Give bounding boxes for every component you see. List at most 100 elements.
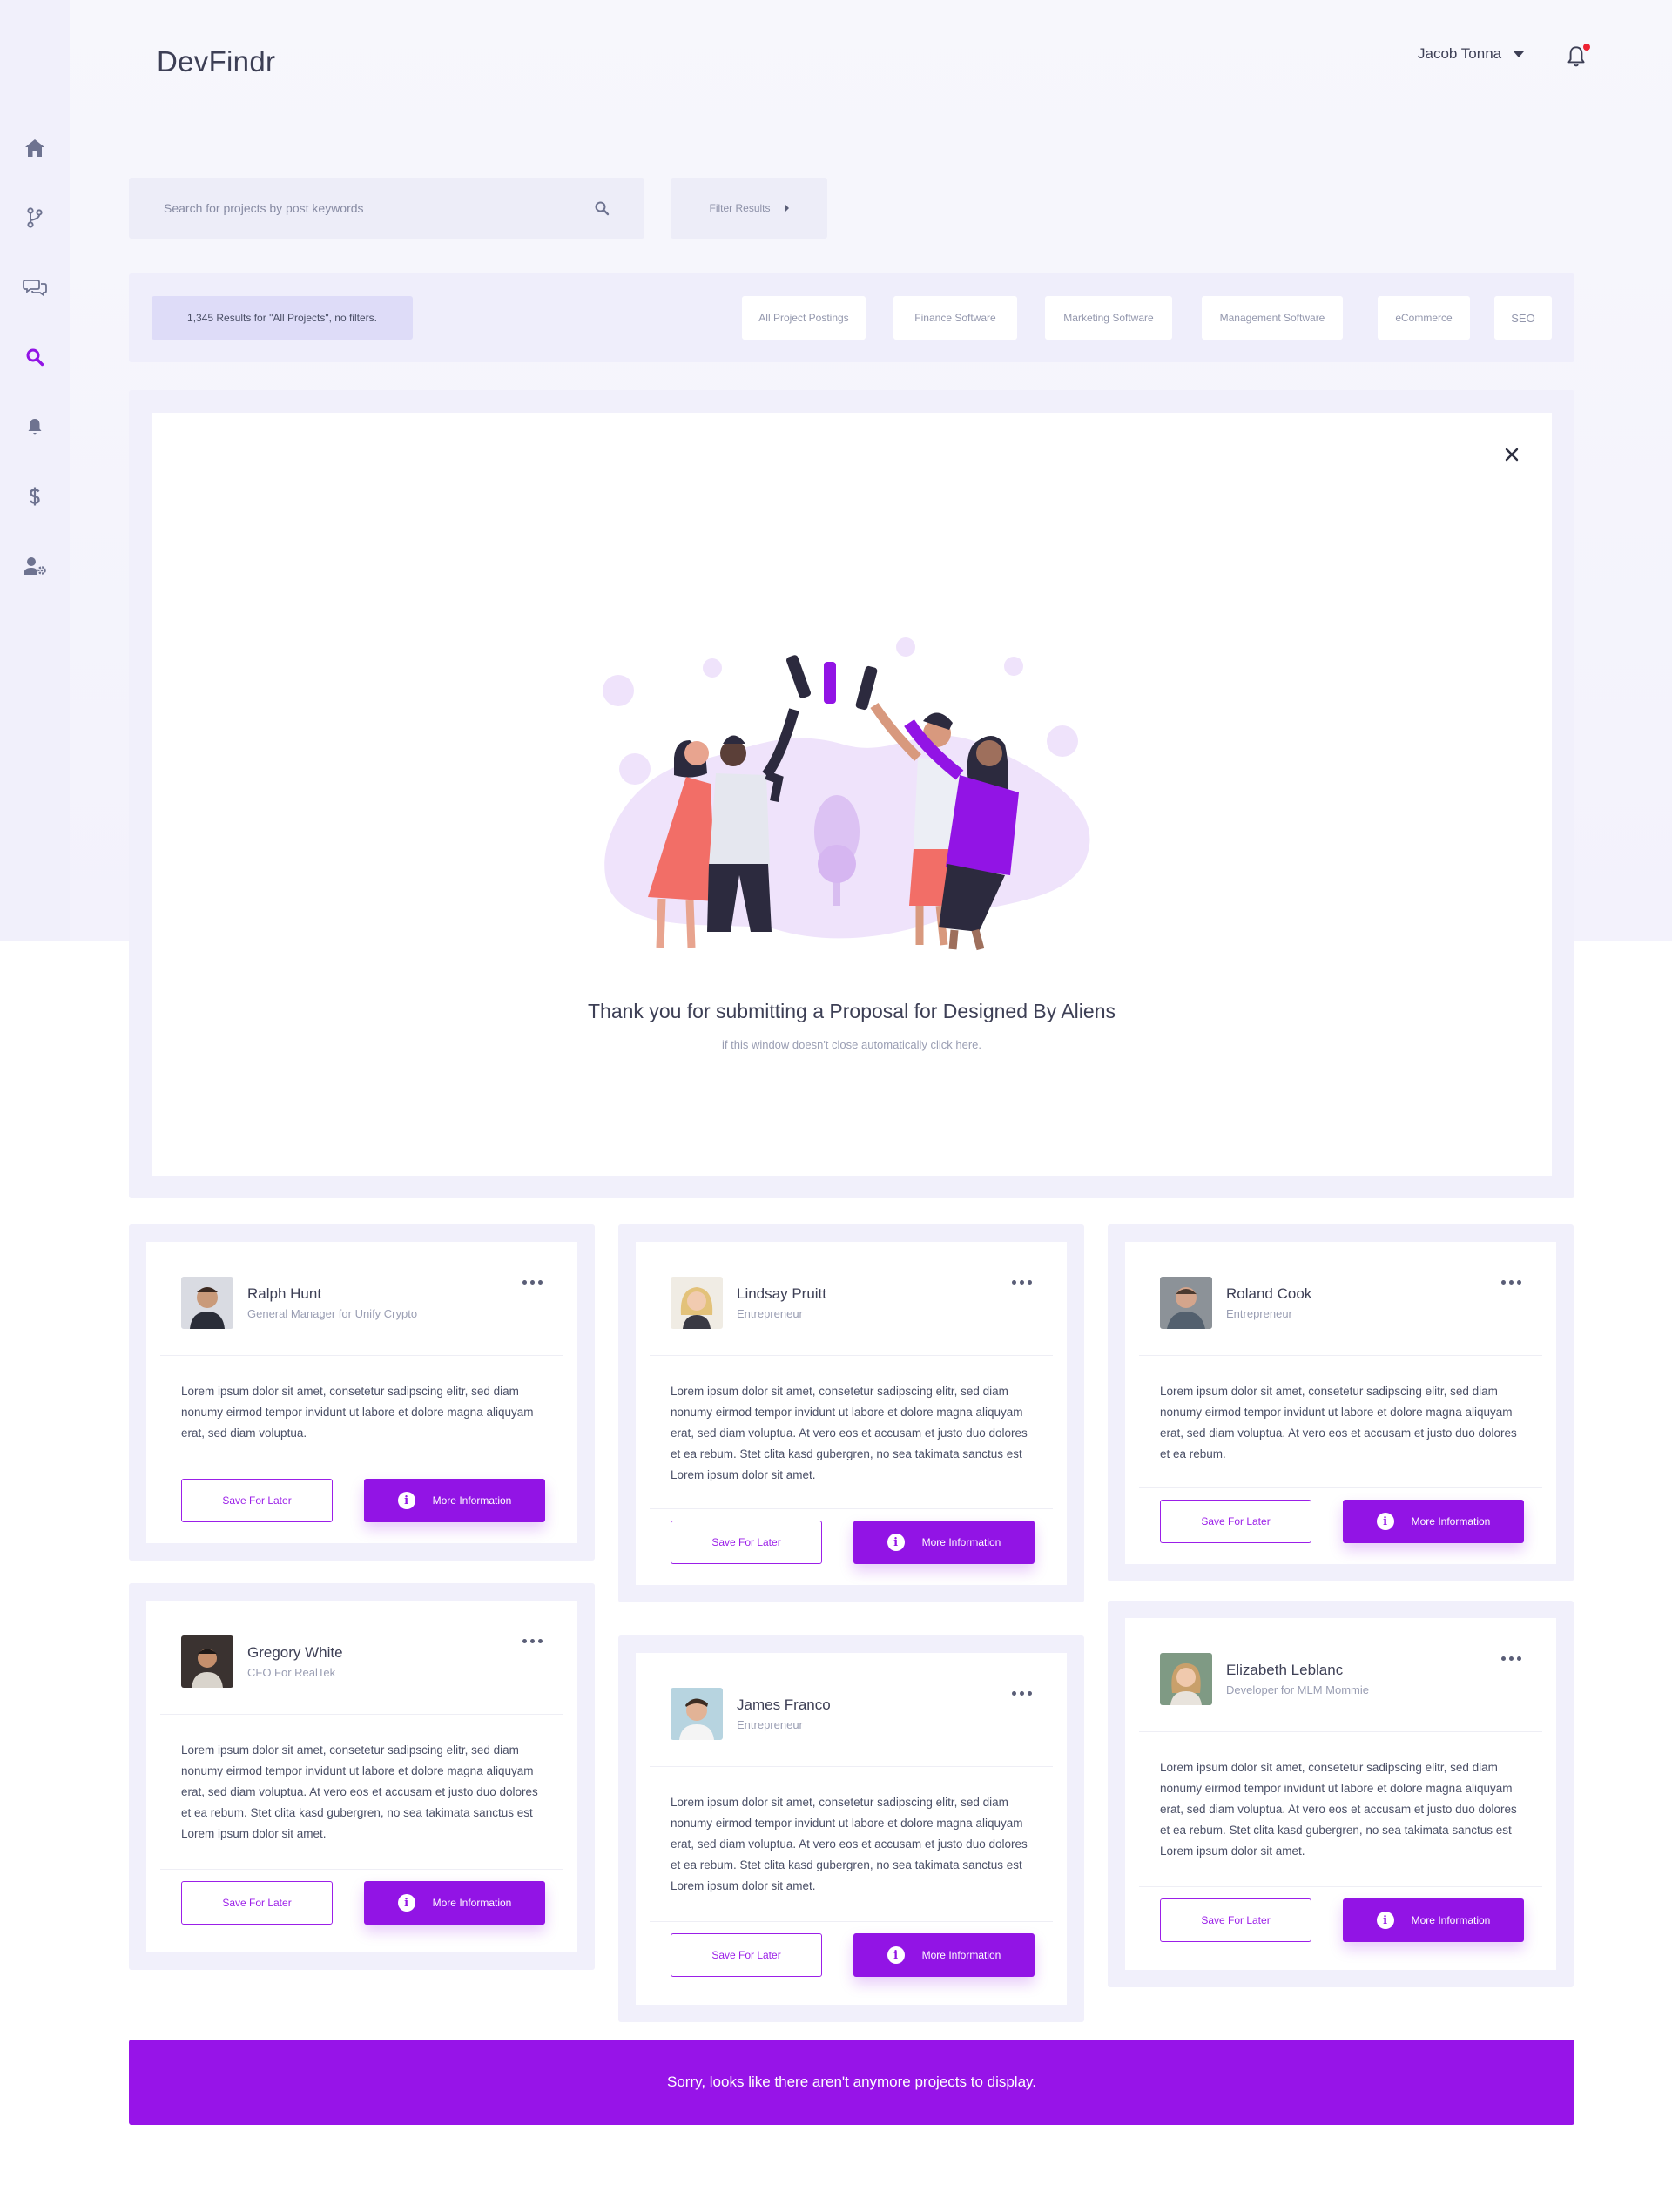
sidebar-item-home[interactable]	[21, 134, 49, 162]
category-ecommerce[interactable]: eCommerce	[1378, 296, 1470, 340]
poster-name: Roland Cook	[1226, 1285, 1312, 1302]
info-icon: i	[1376, 1513, 1394, 1530]
poster-title: CFO For RealTek	[247, 1666, 336, 1679]
divider	[160, 1714, 563, 1715]
app-logo[interactable]: DevFindr	[157, 45, 275, 78]
project-card: Lindsay Pruitt Entrepreneur Lorem ipsum …	[618, 1224, 1084, 1602]
divider	[160, 1869, 563, 1870]
more-options-icon[interactable]	[522, 1277, 543, 1288]
more-information-label: More Information	[432, 1897, 512, 1909]
avatar	[671, 1277, 723, 1329]
divider	[1139, 1487, 1542, 1488]
close-icon[interactable]	[1500, 442, 1524, 467]
results-summary: 1,345 Results for "All Projects", no fil…	[152, 296, 413, 340]
more-information-button[interactable]: i More Information	[853, 1933, 1035, 1977]
sidebar-item-billing[interactable]	[21, 482, 49, 510]
project-description: Lorem ipsum dolor sit amet, consetetur s…	[671, 1796, 1028, 1892]
project-description: Lorem ipsum dolor sit amet, consetetur s…	[181, 1743, 538, 1840]
more-information-label: More Information	[921, 1536, 1001, 1548]
project-description: Lorem ipsum dolor sit amet, consetetur s…	[671, 1385, 1028, 1481]
info-icon: i	[887, 1534, 905, 1551]
project-card: Ralph Hunt General Manager for Unify Cry…	[129, 1224, 595, 1561]
avatar	[1160, 1653, 1212, 1705]
poster-title: Entrepreneur	[737, 1307, 803, 1320]
more-information-label: More Information	[1411, 1515, 1491, 1527]
more-information-button[interactable]: i More Information	[1343, 1898, 1524, 1942]
save-for-later-button[interactable]: Save For Later	[1160, 1898, 1311, 1942]
poster-name: Lindsay Pruitt	[737, 1285, 826, 1302]
more-options-icon[interactable]	[1012, 1277, 1032, 1288]
project-card-body: Gregory White CFO For RealTek Lorem ipsu…	[146, 1601, 577, 1952]
project-card: Gregory White CFO For RealTek Lorem ipsu…	[129, 1583, 595, 1970]
divider	[1139, 1731, 1542, 1732]
sidebar-item-notifications[interactable]	[21, 413, 49, 441]
avatar	[181, 1277, 233, 1329]
divider	[1139, 1886, 1542, 1887]
divider	[1139, 1355, 1542, 1356]
category-finance-software[interactable]: Finance Software	[893, 296, 1017, 340]
info-icon: i	[887, 1946, 905, 1964]
project-description: Lorem ipsum dolor sit amet, consetetur s…	[181, 1385, 534, 1440]
home-icon	[25, 139, 44, 157]
celebration-illustration	[603, 637, 1090, 951]
category-management-software[interactable]: Management Software	[1202, 296, 1343, 340]
user-name: Jacob Tonna	[1418, 45, 1502, 62]
project-card: Roland Cook Entrepreneur Lorem ipsum dol…	[1108, 1224, 1574, 1581]
confirmation-message: Thank you for submitting a Proposal for …	[588, 1000, 1116, 1022]
filter-results-button[interactable]: Filter Results	[671, 178, 827, 239]
poster-name: James Franco	[737, 1696, 831, 1713]
divider	[650, 1355, 1053, 1356]
more-information-button[interactable]: i More Information	[853, 1521, 1035, 1564]
user-menu[interactable]: Jacob Tonna	[1418, 45, 1525, 63]
save-for-later-button[interactable]: Save For Later	[671, 1933, 822, 1977]
poster-name: Elizabeth Leblanc	[1226, 1662, 1344, 1678]
category-marketing-software[interactable]: Marketing Software	[1045, 296, 1172, 340]
category-all-project-postings[interactable]: All Project Postings	[742, 296, 866, 340]
more-information-button[interactable]: i More Information	[364, 1881, 545, 1925]
avatar	[671, 1688, 723, 1740]
filter-label: Filter Results	[709, 202, 771, 214]
user-settings-icon	[24, 557, 46, 575]
project-card-body: James Franco Entrepreneur Lorem ipsum do…	[636, 1653, 1067, 2005]
sidebar-item-branches[interactable]	[21, 204, 49, 232]
caret-right-icon	[784, 204, 789, 212]
project-card-body: Lindsay Pruitt Entrepreneur Lorem ipsum …	[636, 1242, 1067, 1585]
project-card-body: Elizabeth Leblanc Developer for MLM Momm…	[1125, 1618, 1556, 1970]
sidebar-item-account-settings[interactable]	[21, 552, 49, 580]
project-card-body: Ralph Hunt General Manager for Unify Cry…	[146, 1242, 577, 1543]
poster-title: Developer for MLM Mommie	[1226, 1683, 1369, 1696]
save-for-later-button[interactable]: Save For Later	[671, 1521, 822, 1564]
more-options-icon[interactable]	[1501, 1653, 1521, 1664]
project-description: Lorem ipsum dolor sit amet, consetetur s…	[1160, 1761, 1517, 1858]
more-information-label: More Information	[432, 1494, 512, 1507]
more-options-icon[interactable]	[1012, 1688, 1032, 1699]
more-information-label: More Information	[1411, 1914, 1491, 1926]
poster-name: Gregory White	[247, 1644, 343, 1661]
save-for-later-button[interactable]: Save For Later	[1160, 1500, 1311, 1543]
close-window-link[interactable]: if this window doesn't close automatical…	[152, 1038, 1552, 1051]
caret-down-icon	[1514, 51, 1525, 57]
project-card: James Franco Entrepreneur Lorem ipsum do…	[618, 1635, 1084, 2022]
poster-title: General Manager for Unify Crypto	[247, 1307, 418, 1320]
project-description: Lorem ipsum dolor sit amet, consetetur s…	[1160, 1385, 1517, 1460]
info-icon: i	[397, 1492, 415, 1509]
poster-title: Entrepreneur	[737, 1718, 803, 1731]
more-information-button[interactable]: i More Information	[1343, 1500, 1524, 1543]
category-seo[interactable]: SEO	[1494, 296, 1552, 340]
search-icon[interactable]	[594, 200, 610, 216]
project-card: Elizabeth Leblanc Developer for MLM Momm…	[1108, 1601, 1574, 1987]
save-for-later-button[interactable]: Save For Later	[181, 1479, 333, 1522]
divider	[650, 1921, 1053, 1922]
poster-title: Entrepreneur	[1226, 1307, 1292, 1320]
sidebar-item-messages[interactable]	[21, 273, 49, 301]
more-information-button[interactable]: i More Information	[364, 1479, 545, 1522]
search-input[interactable]	[164, 201, 594, 215]
git-branch-icon	[27, 207, 43, 228]
sidebar-item-search[interactable]	[21, 343, 49, 371]
notification-dot	[1583, 44, 1590, 51]
info-icon: i	[397, 1894, 415, 1912]
more-options-icon[interactable]	[1501, 1277, 1521, 1288]
chat-icon	[23, 280, 47, 297]
more-options-icon[interactable]	[522, 1635, 543, 1647]
save-for-later-button[interactable]: Save For Later	[181, 1881, 333, 1925]
